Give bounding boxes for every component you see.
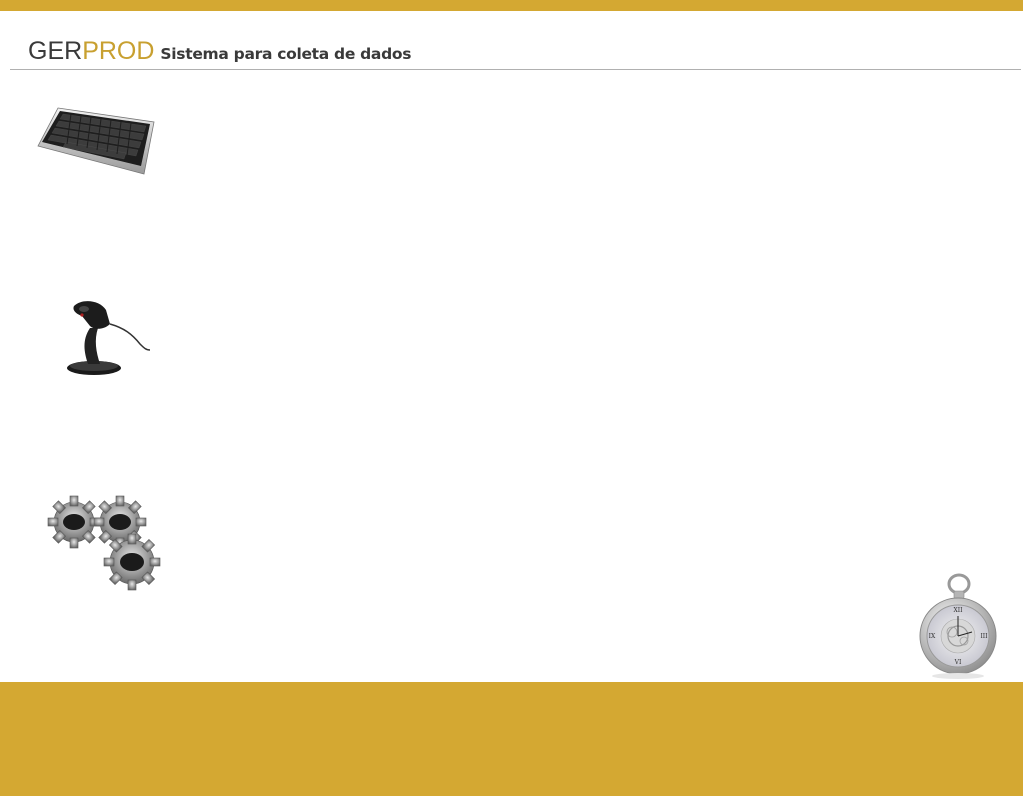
barcode-scanner-icon xyxy=(67,301,151,375)
logo: GERPROD xyxy=(28,36,154,66)
svg-text:VI: VI xyxy=(954,659,962,666)
gears-icon xyxy=(47,495,161,591)
page-subtitle: Sistema para coleta de dados xyxy=(160,45,412,63)
svg-text:III: III xyxy=(980,633,988,640)
header-divider xyxy=(10,69,1021,70)
top-accent-bar xyxy=(0,0,1023,11)
keyboard-icon xyxy=(37,107,155,175)
svg-text:IX: IX xyxy=(929,633,936,640)
logo-prod: PROD xyxy=(82,37,155,65)
logo-ger: GER xyxy=(28,37,83,65)
pocket-watch-icon: XII III VI IX xyxy=(919,573,997,679)
header: GERPROD Sistema para coleta de dados xyxy=(28,36,411,66)
svg-text:XII: XII xyxy=(953,607,963,614)
bottom-accent-bar xyxy=(0,682,1023,796)
